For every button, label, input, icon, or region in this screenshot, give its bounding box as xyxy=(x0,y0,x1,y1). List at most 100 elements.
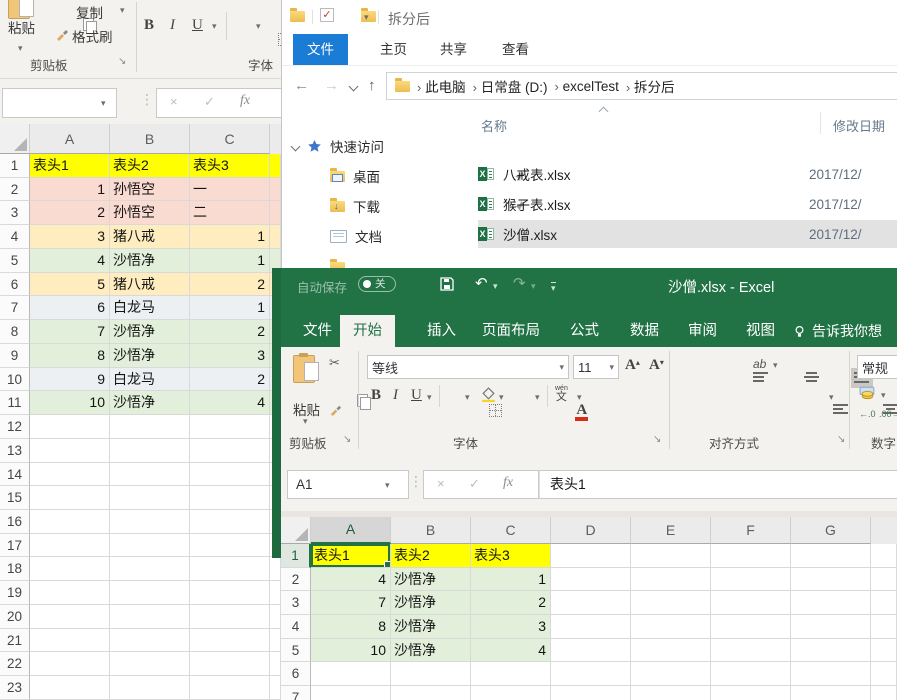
cell-b[interactable] xyxy=(110,486,190,510)
up-icon[interactable]: ↑ xyxy=(368,78,376,93)
expand-chevron-icon[interactable] xyxy=(291,141,301,151)
cell-d[interactable] xyxy=(551,662,631,686)
clipboard-dialog-launcher-icon[interactable]: ↘ xyxy=(343,435,351,445)
ribbon-tab[interactable]: 页面布局 xyxy=(469,315,553,347)
cell-a[interactable] xyxy=(30,439,110,463)
increase-decimal-icon[interactable]: ←.0 xyxy=(859,409,876,419)
breadcrumb[interactable]: › 此电脑› 日常盘 (D:)› excelTest› 拆分后 xyxy=(386,72,897,100)
borders-dropdown-icon[interactable]: ▾ xyxy=(256,22,261,31)
cell-d-sliver[interactable] xyxy=(270,676,281,700)
cell-c[interactable]: 2 xyxy=(190,320,270,344)
cell-b[interactable]: 沙悟净 xyxy=(391,615,471,639)
sidebar-item-label[interactable]: 桌面 xyxy=(353,166,380,186)
undo-dropdown-icon[interactable]: ▾ xyxy=(493,282,498,291)
row-header[interactable]: 20 xyxy=(0,605,30,629)
select-all-corner[interactable] xyxy=(281,517,311,544)
cell-c[interactable]: 二 xyxy=(190,201,270,225)
cell-d-sliver[interactable] xyxy=(270,629,281,653)
cell-c[interactable]: 1 xyxy=(190,225,270,249)
row-header[interactable]: 14 xyxy=(0,463,30,487)
cell-b[interactable]: 表头2 xyxy=(391,544,471,568)
back-icon[interactable]: ← xyxy=(294,78,309,93)
name-box[interactable]: A1 xyxy=(287,470,409,499)
forward-icon[interactable]: → xyxy=(324,78,339,93)
cell-h-sliver[interactable] xyxy=(871,544,897,568)
column-header-date-modified[interactable]: 修改日期 xyxy=(833,116,885,135)
cell-a[interactable] xyxy=(30,534,110,558)
cell-b[interactable] xyxy=(110,557,190,581)
row-header[interactable]: 21 xyxy=(0,629,30,653)
cell-a[interactable] xyxy=(30,676,110,700)
cell-a[interactable]: 7 xyxy=(311,591,391,615)
quick-access-toolbar-dropdown-icon[interactable]: ▾ xyxy=(364,13,369,22)
row-header[interactable]: 5 xyxy=(0,249,30,273)
cell-b[interactable] xyxy=(110,534,190,558)
cell-e[interactable] xyxy=(631,662,711,686)
explorer-tab[interactable]: 文件 xyxy=(293,34,348,65)
cell-b[interactable] xyxy=(110,629,190,653)
orientation-icon[interactable]: ab xyxy=(753,357,766,371)
ribbon-tab[interactable]: 公式 xyxy=(557,315,612,347)
column-header[interactable]: A xyxy=(30,124,110,154)
cell-b[interactable]: 孙悟空 xyxy=(110,178,190,202)
column-header[interactable]: B xyxy=(110,124,190,154)
cell-c[interactable] xyxy=(471,686,551,700)
recent-locations-chevron-icon[interactable] xyxy=(349,82,359,92)
sidebar-item-label[interactable]: 文档 xyxy=(355,226,382,246)
cell-c[interactable]: 表头3 xyxy=(471,544,551,568)
cell-c[interactable] xyxy=(190,510,270,534)
drag-dots-icon[interactable]: ⋮ xyxy=(409,473,423,490)
cell-c[interactable]: 表头3 xyxy=(190,154,270,178)
cell-c[interactable]: 1 xyxy=(471,568,551,592)
cell-b[interactable] xyxy=(391,686,471,700)
column-divider[interactable] xyxy=(820,112,821,134)
cell-c[interactable]: 1 xyxy=(190,296,270,320)
file-row[interactable]: X 八戒表.xlsx 2017/12/ xyxy=(478,160,897,188)
phonetic-dropdown-icon[interactable]: ▾ xyxy=(577,393,582,402)
cell-b[interactable] xyxy=(110,652,190,676)
file-name[interactable]: 八戒表.xlsx xyxy=(503,164,571,184)
cell-g[interactable] xyxy=(791,615,871,639)
cell-a[interactable] xyxy=(311,686,391,700)
redo-icon[interactable]: ↷ xyxy=(513,276,526,291)
font-color-icon[interactable]: A xyxy=(576,402,587,418)
customize-toolbar-dropdown-icon[interactable]: ▾ xyxy=(551,282,556,293)
column-header[interactable]: C xyxy=(190,124,270,154)
format-painter-button[interactable]: 格式刷 xyxy=(72,26,113,46)
cell-e[interactable] xyxy=(631,639,711,663)
drag-dots-icon[interactable]: ⋮ xyxy=(140,91,154,108)
ribbon-tab[interactable]: 文件 xyxy=(290,315,345,347)
undo-icon[interactable]: ↶ xyxy=(475,276,488,291)
cell-b[interactable] xyxy=(110,581,190,605)
cell-d-sliver[interactable] xyxy=(270,154,281,178)
sidebar-quick-access[interactable]: 快速访问 xyxy=(292,136,384,156)
ribbon-tab[interactable]: 开始 xyxy=(340,315,395,347)
cell-h-sliver[interactable] xyxy=(871,615,897,639)
cell-c[interactable]: 3 xyxy=(471,615,551,639)
cell-c[interactable]: 4 xyxy=(190,391,270,415)
cell-a[interactable] xyxy=(30,581,110,605)
file-row[interactable]: X 猴子表.xlsx 2017/12/ xyxy=(478,190,897,218)
row-header[interactable]: 23 xyxy=(0,676,30,700)
fill-color-icon[interactable] xyxy=(481,387,496,402)
column-header[interactable]: E xyxy=(631,517,711,544)
row-header[interactable]: 16 xyxy=(0,510,30,534)
cell-c[interactable]: 2 xyxy=(190,273,270,297)
cell-h-sliver[interactable] xyxy=(871,639,897,663)
row-header[interactable]: 17 xyxy=(0,534,30,558)
cancel-icon[interactable]: × xyxy=(437,476,445,491)
cell-a[interactable]: 7 xyxy=(30,320,110,344)
cell-c[interactable] xyxy=(190,557,270,581)
phonetic-guide-icon[interactable]: wén文 xyxy=(555,385,568,403)
ribbon-tab[interactable]: 数据 xyxy=(617,315,672,347)
row-header[interactable]: 4 xyxy=(281,615,311,639)
explorer-tab[interactable]: 共享 xyxy=(426,34,481,65)
row-header[interactable]: 22 xyxy=(0,652,30,676)
row-header[interactable]: 2 xyxy=(281,568,311,592)
cell-a[interactable] xyxy=(30,510,110,534)
row-header[interactable]: 12 xyxy=(0,415,30,439)
cell-a[interactable] xyxy=(311,662,391,686)
row-header[interactable]: 15 xyxy=(0,486,30,510)
cell-c[interactable]: 3 xyxy=(190,344,270,368)
italic-button[interactable]: I xyxy=(170,17,175,34)
